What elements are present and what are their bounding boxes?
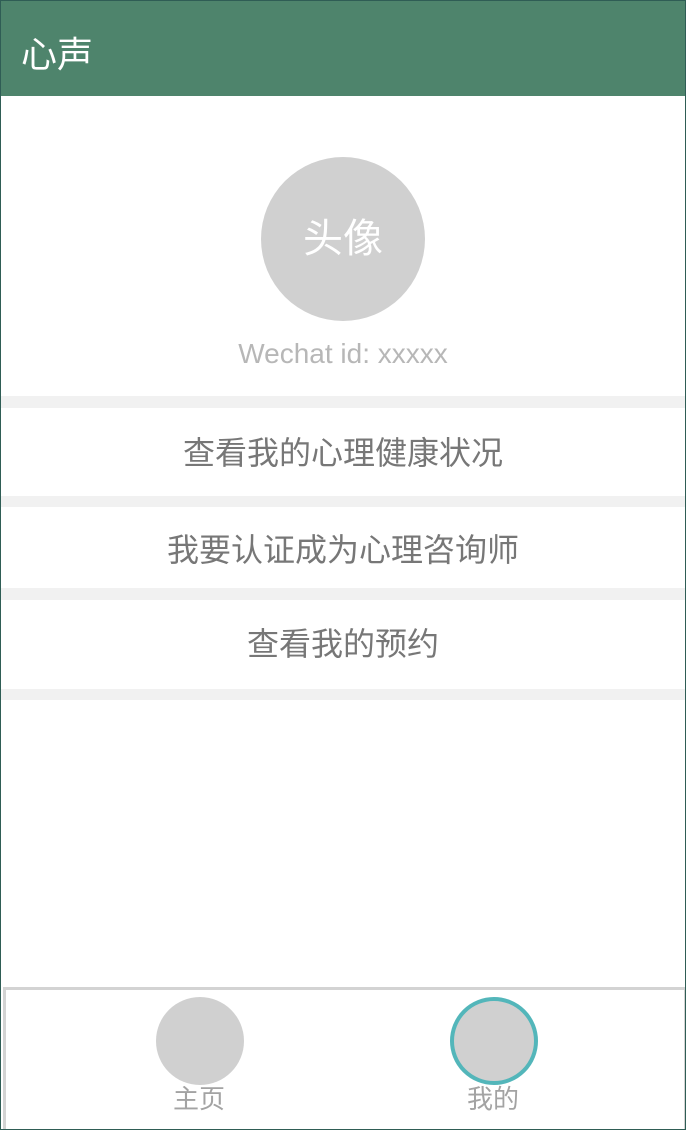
profile-section: 头像 Wechat id: xxxxx xyxy=(1,96,685,396)
avatar[interactable]: 头像 xyxy=(261,157,425,321)
mobile-screen: 心声 头像 Wechat id: xxxxx 查看我的心理健康状况 我要认证成为… xyxy=(0,0,686,1130)
tab-mine-label: 我的 xyxy=(466,1085,519,1115)
menu-divider xyxy=(1,396,685,408)
menu-item-label: 我要认证成为心理咨询师 xyxy=(166,531,519,569)
menu-divider xyxy=(1,588,685,600)
menu-item-my-appointments[interactable]: 查看我的预约 xyxy=(1,601,685,687)
menu-item-mental-health-status[interactable]: 查看我的心理健康状况 xyxy=(1,410,685,496)
app-header: 心声 xyxy=(1,1,685,96)
menu-divider xyxy=(1,496,685,507)
tab-home[interactable]: 主页 xyxy=(129,997,269,1127)
menu-item-label: 查看我的心理健康状况 xyxy=(182,434,503,472)
avatar-placeholder-label: 头像 xyxy=(303,216,383,262)
menu-item-counselor-certification[interactable]: 我要认证成为心理咨询师 xyxy=(1,507,685,593)
tab-mine[interactable]: 我的 xyxy=(423,997,563,1127)
home-icon xyxy=(156,997,244,1085)
app-title: 心声 xyxy=(21,35,94,76)
profile-icon xyxy=(450,997,538,1085)
tab-home-label: 主页 xyxy=(172,1085,225,1115)
menu-divider xyxy=(1,689,685,700)
wechat-id-label: Wechat id: xxxxx xyxy=(238,338,448,369)
menu-item-label: 查看我的预约 xyxy=(246,625,439,663)
bottom-tab-bar: 主页 我的 xyxy=(3,987,685,1129)
